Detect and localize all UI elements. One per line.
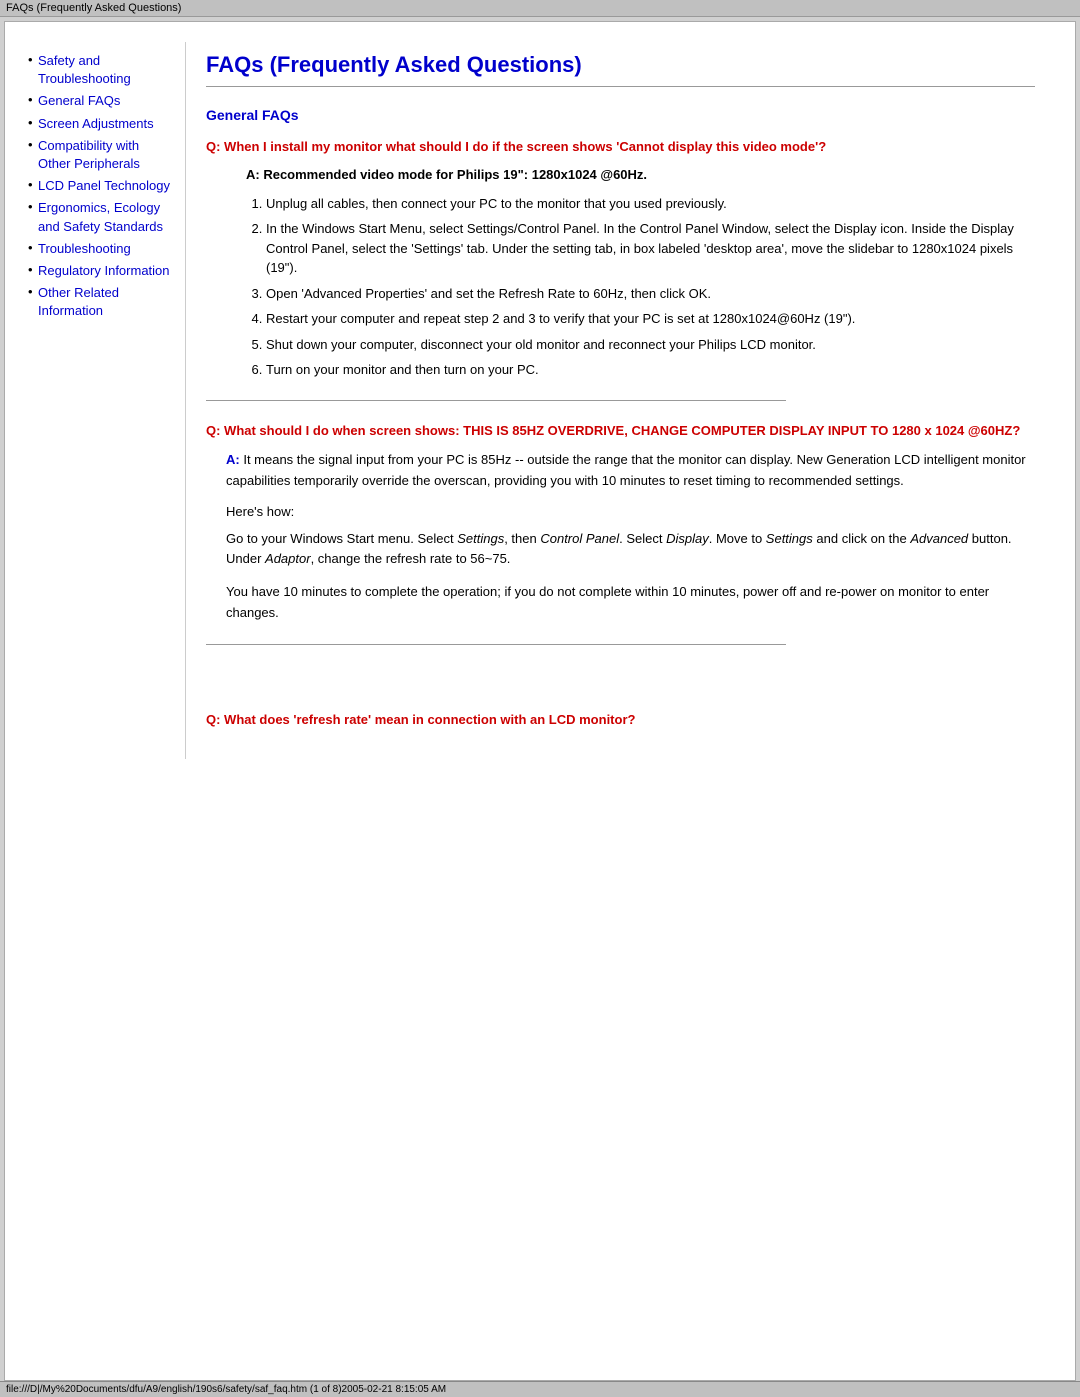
sidebar-link-general-faqs[interactable]: General FAQs: [38, 93, 120, 108]
section-divider-2: [206, 644, 786, 645]
sidebar-link-compatibility[interactable]: Compatibility with Other Peripherals: [38, 138, 140, 171]
sidebar-nav: Safety and Troubleshooting General FAQs …: [30, 52, 175, 320]
content-area: Safety and Troubleshooting General FAQs …: [5, 22, 1075, 779]
question-3: Q: What does 'refresh rate' mean in conn…: [206, 710, 1035, 730]
step-3: Open 'Advanced Properties' and set the R…: [266, 284, 1035, 304]
answer-2-block: A: It means the signal input from your P…: [226, 450, 1035, 624]
heres-how: Here's how:: [226, 504, 1035, 519]
step-6: Turn on your monitor and then turn on yo…: [266, 360, 1035, 380]
step-1: Unplug all cables, then connect your PC …: [266, 194, 1035, 214]
title-bar-text: FAQs (Frequently Asked Questions): [6, 2, 181, 14]
answer-1-intro: A: Recommended video mode for Philips 19…: [246, 167, 1035, 182]
you-have-text: You have 10 minutes to complete the oper…: [226, 582, 1035, 624]
section-heading: General FAQs: [206, 107, 1035, 123]
sidebar-item-compatibility: Compatibility with Other Peripherals: [30, 137, 175, 173]
answer-1-block: A: Recommended video mode for Philips 19…: [226, 167, 1035, 380]
sidebar-link-troubleshooting[interactable]: Troubleshooting: [38, 241, 131, 256]
sidebar-item-lcd: LCD Panel Technology: [30, 177, 175, 195]
sidebar-link-other[interactable]: Other Related Information: [38, 285, 119, 318]
page-title: FAQs (Frequently Asked Questions): [206, 52, 1035, 78]
browser-window: Safety and Troubleshooting General FAQs …: [4, 21, 1076, 1381]
go-to-instructions: Go to your Windows Start menu. Select Se…: [226, 529, 1035, 571]
title-divider: [206, 86, 1035, 87]
sidebar-item-other: Other Related Information: [30, 284, 175, 320]
sidebar-link-lcd[interactable]: LCD Panel Technology: [38, 178, 170, 193]
question-2: Q: What should I do when screen shows: T…: [206, 421, 1035, 441]
sidebar-link-screen[interactable]: Screen Adjustments: [38, 116, 154, 131]
sidebar-link-regulatory[interactable]: Regulatory Information: [38, 263, 170, 278]
step-5: Shut down your computer, disconnect your…: [266, 335, 1035, 355]
main-content: FAQs (Frequently Asked Questions) Genera…: [185, 42, 1055, 759]
sidebar-item-general-faqs: General FAQs: [30, 92, 175, 110]
step-4: Restart your computer and repeat step 2 …: [266, 309, 1035, 329]
question-1: Q: When I install my monitor what should…: [206, 137, 1035, 157]
sidebar-item-regulatory: Regulatory Information: [30, 262, 175, 280]
answer-2-text: A: It means the signal input from your P…: [226, 450, 1035, 492]
section-divider-1: [206, 400, 786, 401]
sidebar-item-safety: Safety and Troubleshooting: [30, 52, 175, 88]
title-bar: FAQs (Frequently Asked Questions): [0, 0, 1080, 17]
status-bar-text: file:///D|/My%20Documents/dfu/A9/english…: [6, 1384, 446, 1395]
sidebar-item-ergonomics: Ergonomics, Ecology and Safety Standards: [30, 199, 175, 235]
answer-2-label: A:: [226, 452, 240, 467]
sidebar-link-ergonomics[interactable]: Ergonomics, Ecology and Safety Standards: [38, 200, 163, 233]
step-2: In the Windows Start Menu, select Settin…: [266, 219, 1035, 278]
sidebar-item-troubleshooting: Troubleshooting: [30, 240, 175, 258]
answer-1-steps: Unplug all cables, then connect your PC …: [266, 194, 1035, 380]
sidebar-item-screen: Screen Adjustments: [30, 115, 175, 133]
sidebar-link-safety[interactable]: Safety and Troubleshooting: [38, 53, 131, 86]
sidebar: Safety and Troubleshooting General FAQs …: [25, 42, 185, 759]
status-bar: file:///D|/My%20Documents/dfu/A9/english…: [0, 1381, 1080, 1397]
